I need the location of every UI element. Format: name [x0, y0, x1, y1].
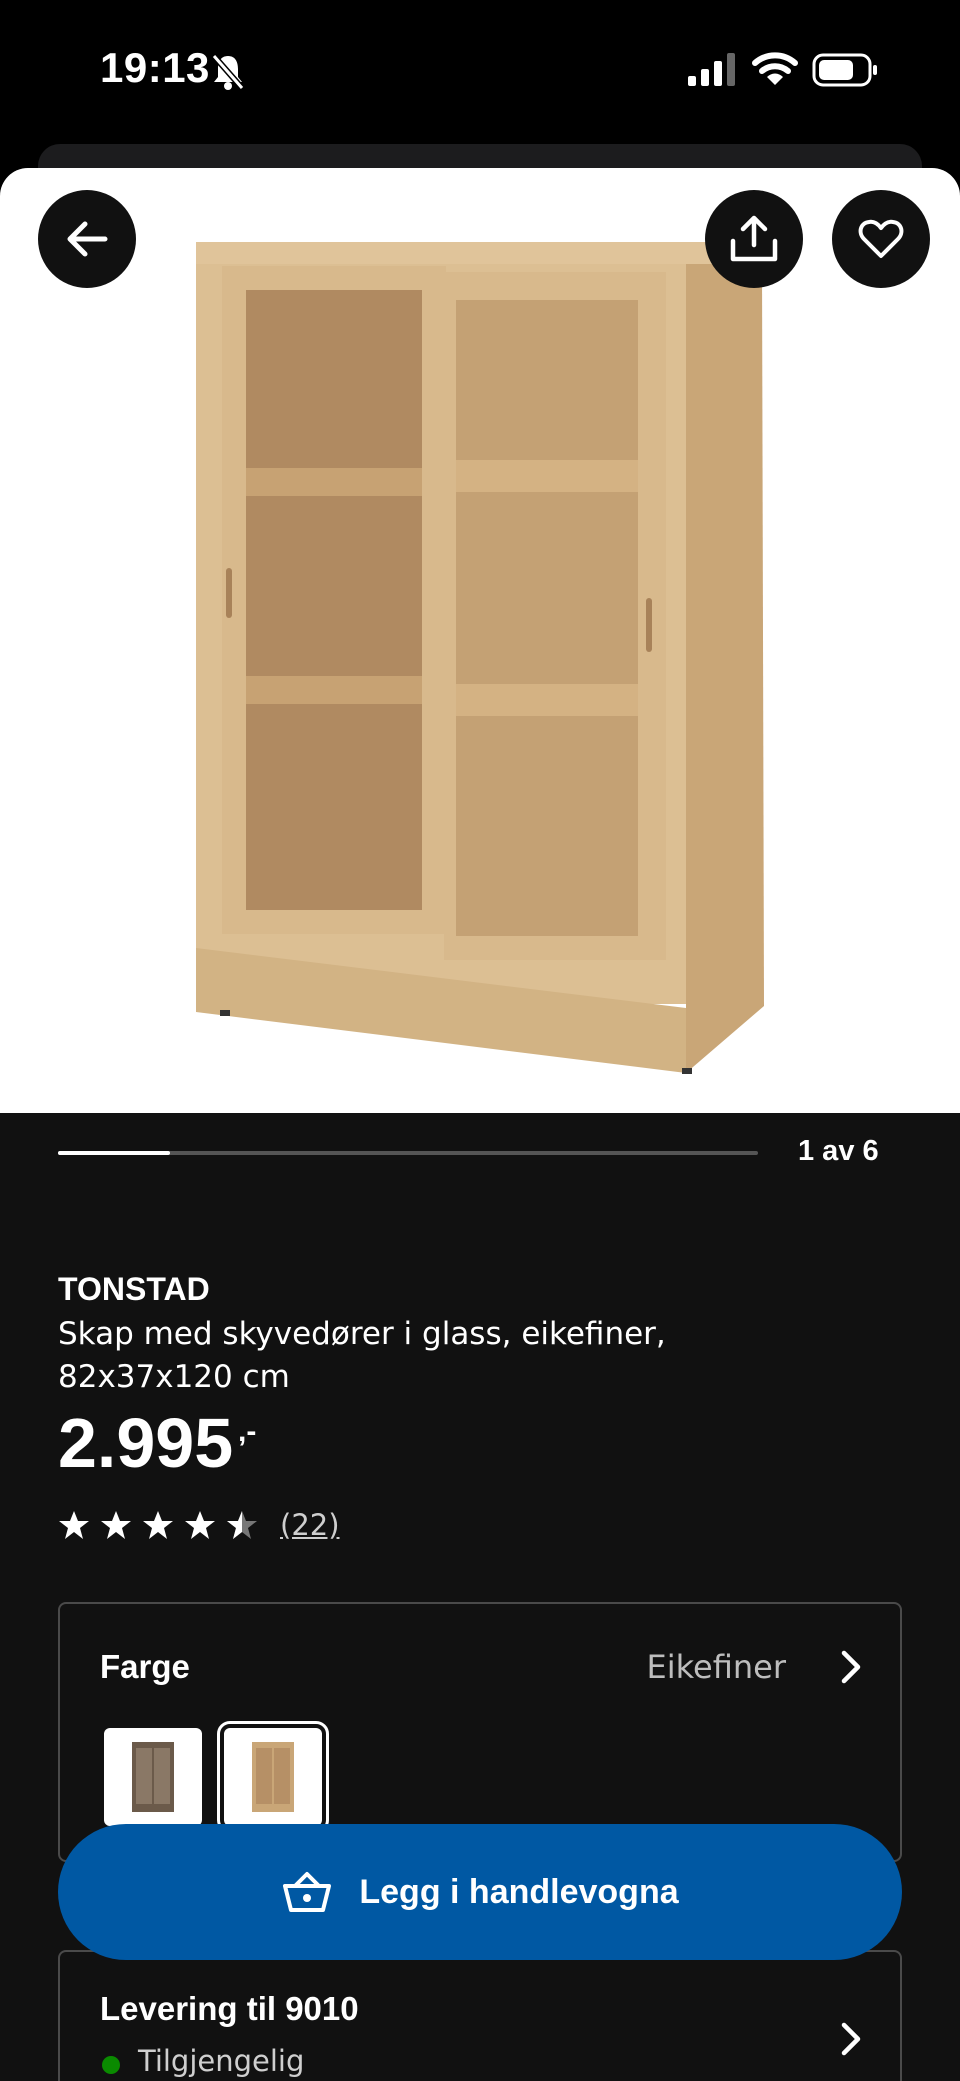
signal-icon	[688, 53, 735, 86]
star-icon	[101, 1511, 131, 1539]
star-icon	[143, 1511, 173, 1539]
image-page-indicator: 1 av 6	[798, 1135, 879, 1167]
product-details: 1 av 6 TONSTAD Skap med skyvedører i gla…	[0, 1113, 960, 2081]
status-bar: 19:13	[0, 0, 960, 140]
add-to-cart-button[interactable]: Legg i handlevogna	[58, 1824, 902, 1960]
product-description: Skap med skyvedører i glass, eikefiner, …	[58, 1316, 666, 1395]
arrow-left-icon	[67, 221, 108, 257]
chevron-right-icon	[841, 1650, 861, 1684]
color-swatch-dark[interactable]	[104, 1728, 202, 1826]
cabinet-thumbnail-dark	[132, 1742, 174, 1812]
price-suffix: ,-	[238, 1415, 257, 1448]
wifi-icon	[752, 52, 798, 85]
cabinet-illustration	[196, 242, 764, 1074]
color-value: Eikefiner	[646, 1648, 786, 1686]
image-progress-fill	[58, 1151, 170, 1155]
status-time: 19:13	[100, 44, 210, 91]
battery-icon	[812, 53, 877, 87]
basket-icon	[283, 1872, 332, 1912]
back-button[interactable]	[38, 190, 136, 288]
color-swatch-oak[interactable]	[217, 1721, 329, 1833]
availability-status-dot	[102, 2056, 120, 2074]
share-icon	[730, 215, 778, 262]
favorite-button[interactable]	[832, 190, 930, 288]
image-progress-bar	[58, 1151, 758, 1155]
add-to-cart-label: Legg i handlevogna	[359, 1872, 679, 1911]
star-half-icon	[227, 1511, 257, 1539]
product-rating[interactable]: (22)	[58, 1505, 340, 1545]
bell-off-icon	[211, 54, 245, 90]
cabinet-thumbnail-oak	[252, 1742, 294, 1812]
product-image[interactable]	[0, 168, 960, 1113]
review-count-link[interactable]: (22)	[280, 1508, 340, 1542]
delivery-card[interactable]: Levering til 9010 Tilgjengelig	[58, 1950, 902, 2081]
heart-icon	[858, 219, 904, 258]
color-label: Farge	[100, 1648, 190, 1685]
delivery-title: Levering til 9010	[100, 1990, 359, 2027]
color-selector[interactable]: Farge Eikefiner	[58, 1602, 902, 1862]
product-price: 2.995	[58, 1404, 234, 1482]
share-button[interactable]	[705, 190, 803, 288]
chevron-right-icon	[841, 2022, 861, 2056]
product-brand: TONSTAD	[58, 1271, 210, 1307]
star-icon	[185, 1511, 215, 1539]
star-icon	[59, 1511, 89, 1539]
availability-status: Tilgjengelig	[138, 2044, 305, 2078]
